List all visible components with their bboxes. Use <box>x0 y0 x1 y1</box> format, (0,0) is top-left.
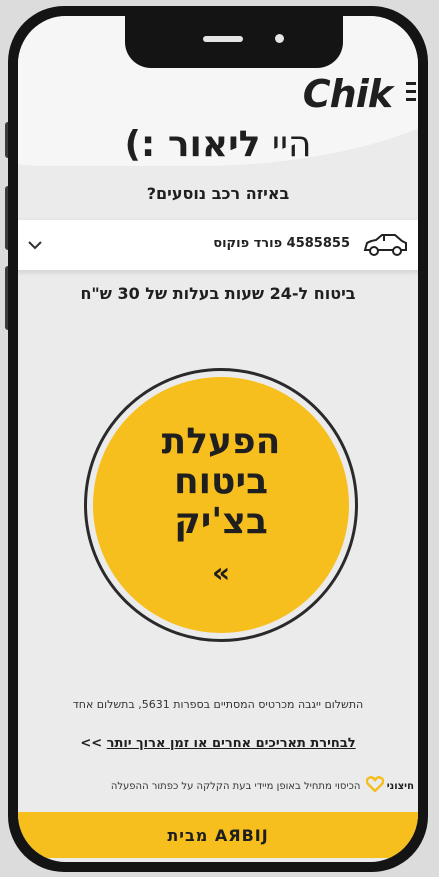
app-logo: Chik <box>302 72 393 116</box>
coverage-price-text: ביטוח ל-24 שעות בעלות של 30 ש"ח <box>80 284 356 303</box>
greeting-heading: היי ליאור :) <box>18 124 418 165</box>
payment-note: התשלום ייגבה מכרטיס המסתיים בספרות 5631,… <box>72 698 364 711</box>
double-chevron-left-icon: « <box>211 555 231 589</box>
activate-label-line-3: בצ'יק <box>174 500 268 542</box>
other-periods-row[interactable]: לבחירת תאריכים אחרים או זמן ארוך יותר >> <box>18 736 418 751</box>
vehicle-plate-model: 4585855 פורד פוקוס <box>213 236 350 251</box>
activate-button-ring: הפעלת ביטוח בצ'יק « <box>84 368 358 642</box>
front-camera <box>275 34 284 43</box>
coverage-disclaimer: חיצוני הכיסוי מתחיל באופן מיידי בעת הקלק… <box>18 776 418 796</box>
activate-label-line-1: הפעלת <box>161 420 281 462</box>
double-chevron-right-icon: >> <box>80 736 103 751</box>
speaker-grille <box>203 36 243 42</box>
disclaimer-text: הכיסוי מתחיל באופן מיידי בעת הקלקה על כפ… <box>110 781 361 792</box>
bottom-button-label: מבית AЯBIJ <box>167 825 269 845</box>
activate-label-line-2: ביטוח <box>173 460 269 502</box>
heart-icon <box>360 776 385 796</box>
phone-notch <box>125 16 343 68</box>
vehicle-question: באיזה רכב נוסעים? <box>146 184 290 203</box>
bottom-brand-button[interactable]: מבית AЯBIJ <box>18 812 418 858</box>
chevron-down-icon[interactable] <box>28 234 42 255</box>
greeting-user-name: ליאור :) <box>124 124 261 165</box>
hamburger-menu-icon[interactable] <box>406 82 416 106</box>
car-icon <box>362 232 408 262</box>
disclaimer-brand: חיצוני <box>386 781 414 792</box>
phone-frame: Chik היי ליאור :) באיזה רכב נוסעים? 4585… <box>8 6 428 872</box>
other-periods-link[interactable]: לבחירת תאריכים אחרים או זמן ארוך יותר <box>107 736 356 751</box>
activate-insurance-button[interactable]: הפעלת ביטוח בצ'יק « <box>93 377 349 633</box>
greeting-hey: היי <box>271 124 312 165</box>
app-screen: Chik היי ליאור :) באיזה רכב נוסעים? 4585… <box>18 16 418 862</box>
vehicle-dropdown[interactable]: 4585855 פורד פוקוס <box>18 220 418 270</box>
